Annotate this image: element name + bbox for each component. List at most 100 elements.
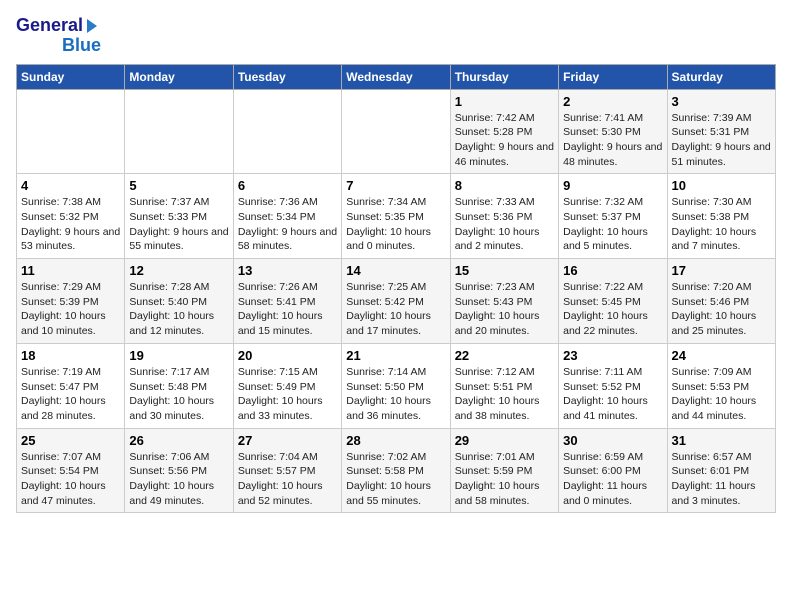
day-info: Sunrise: 7:23 AMSunset: 5:43 PMDaylight:… — [455, 280, 554, 339]
calendar-cell: 13 Sunrise: 7:26 AMSunset: 5:41 PMDayligh… — [233, 259, 341, 344]
day-info: Sunrise: 7:29 AMSunset: 5:39 PMDaylight:… — [21, 280, 120, 339]
day-number: 9 — [563, 178, 662, 193]
day-info: Sunrise: 7:32 AMSunset: 5:37 PMDaylight:… — [563, 195, 662, 254]
calendar-cell: 21Sunrise: 7:14 AMSunset: 5:50 PMDayligh… — [342, 343, 450, 428]
day-info: Sunrise: 7:14 AMSunset: 5:50 PMDaylight:… — [346, 365, 445, 424]
calendar-cell: 15 Sunrise: 7:23 AMSunset: 5:43 PMDayligh… — [450, 259, 558, 344]
calendar-cell — [125, 89, 233, 174]
calendar-cell: 31 Sunrise: 6:57 AMSunset: 6:01 PMDayligh… — [667, 428, 775, 513]
day-number: 16 — [563, 263, 662, 278]
day-info: Sunrise: 7:28 AMSunset: 5:40 PMDaylight:… — [129, 280, 228, 339]
day-info: Sunrise: 7:33 AMSunset: 5:36 PMDaylight:… — [455, 195, 554, 254]
day-info: Sunrise: 7:34 AMSunset: 5:35 PMDaylight:… — [346, 195, 445, 254]
day-info: Sunrise: 7:41 AMSunset: 5:30 PMDaylight:… — [563, 111, 662, 170]
calendar-cell: 27Sunrise: 7:04 AMSunset: 5:57 PMDayligh… — [233, 428, 341, 513]
calendar-cell: 26 Sunrise: 7:06 AMSunset: 5:56 PMDayligh… — [125, 428, 233, 513]
calendar-cell: 2 Sunrise: 7:41 AMSunset: 5:30 PMDaylight… — [559, 89, 667, 174]
day-info: Sunrise: 7:20 AMSunset: 5:46 PMDaylight:… — [672, 280, 771, 339]
day-header-friday: Friday — [559, 64, 667, 89]
day-info: Sunrise: 7:09 AMSunset: 5:53 PMDaylight:… — [672, 365, 771, 424]
calendar-cell: 23 Sunrise: 7:11 AMSunset: 5:52 PMDayligh… — [559, 343, 667, 428]
calendar-body: 1 Sunrise: 7:42 AMSunset: 5:28 PMDaylight… — [17, 89, 776, 513]
day-number: 12 — [129, 263, 228, 278]
day-number: 11 — [21, 263, 120, 278]
day-number: 25 — [21, 433, 120, 448]
day-info: Sunrise: 7:26 AMSunset: 5:41 PMDaylight:… — [238, 280, 337, 339]
calendar-cell: 28 Sunrise: 7:02 AMSunset: 5:58 PMDayligh… — [342, 428, 450, 513]
day-number: 1 — [455, 94, 554, 109]
day-number: 29 — [455, 433, 554, 448]
week-row-3: 11 Sunrise: 7:29 AMSunset: 5:39 PMDayligh… — [17, 259, 776, 344]
logo: General Blue — [16, 16, 101, 56]
page-header: General Blue — [16, 16, 776, 56]
day-info: Sunrise: 7:25 AMSunset: 5:42 PMDaylight:… — [346, 280, 445, 339]
day-header-monday: Monday — [125, 64, 233, 89]
day-number: 22 — [455, 348, 554, 363]
calendar-cell — [17, 89, 125, 174]
day-info: Sunrise: 6:57 AMSunset: 6:01 PMDaylight:… — [672, 450, 771, 509]
day-info: Sunrise: 7:11 AMSunset: 5:52 PMDaylight:… — [563, 365, 662, 424]
day-number: 17 — [672, 263, 771, 278]
calendar-cell: 17 Sunrise: 7:20 AMSunset: 5:46 PMDayligh… — [667, 259, 775, 344]
day-number: 18 — [21, 348, 120, 363]
calendar-cell: 5 Sunrise: 7:37 AMSunset: 5:33 PMDaylight… — [125, 174, 233, 259]
calendar-cell — [342, 89, 450, 174]
day-number: 23 — [563, 348, 662, 363]
day-info: Sunrise: 7:39 AMSunset: 5:31 PMDaylight:… — [672, 111, 771, 170]
day-number: 6 — [238, 178, 337, 193]
calendar-cell: 4 Sunrise: 7:38 AMSunset: 5:32 PMDaylight… — [17, 174, 125, 259]
day-header-saturday: Saturday — [667, 64, 775, 89]
day-info: Sunrise: 7:04 AMSunset: 5:57 PMDaylight:… — [238, 450, 337, 509]
day-info: Sunrise: 7:37 AMSunset: 5:33 PMDaylight:… — [129, 195, 228, 254]
calendar-cell: 8Sunrise: 7:33 AMSunset: 5:36 PMDaylight… — [450, 174, 558, 259]
day-info: Sunrise: 7:01 AMSunset: 5:59 PMDaylight:… — [455, 450, 554, 509]
calendar-cell: 1 Sunrise: 7:42 AMSunset: 5:28 PMDaylight… — [450, 89, 558, 174]
logo-blue: Blue — [62, 36, 101, 56]
day-header-thursday: Thursday — [450, 64, 558, 89]
calendar-cell: 6 Sunrise: 7:36 AMSunset: 5:34 PMDaylight… — [233, 174, 341, 259]
day-number: 15 — [455, 263, 554, 278]
day-info: Sunrise: 7:22 AMSunset: 5:45 PMDaylight:… — [563, 280, 662, 339]
day-info: Sunrise: 6:59 AMSunset: 6:00 PMDaylight:… — [563, 450, 662, 509]
day-number: 20 — [238, 348, 337, 363]
day-number: 4 — [21, 178, 120, 193]
calendar-cell: 10 Sunrise: 7:30 AMSunset: 5:38 PMDayligh… — [667, 174, 775, 259]
calendar-cell: 11 Sunrise: 7:29 AMSunset: 5:39 PMDayligh… — [17, 259, 125, 344]
calendar-cell: 24Sunrise: 7:09 AMSunset: 5:53 PMDayligh… — [667, 343, 775, 428]
day-number: 30 — [563, 433, 662, 448]
day-info: Sunrise: 7:36 AMSunset: 5:34 PMDaylight:… — [238, 195, 337, 254]
day-info: Sunrise: 7:02 AMSunset: 5:58 PMDaylight:… — [346, 450, 445, 509]
day-number: 10 — [672, 178, 771, 193]
day-number: 31 — [672, 433, 771, 448]
day-info: Sunrise: 7:15 AMSunset: 5:49 PMDaylight:… — [238, 365, 337, 424]
calendar-table: SundayMondayTuesdayWednesdayThursdayFrid… — [16, 64, 776, 514]
calendar-cell: 30 Sunrise: 6:59 AMSunset: 6:00 PMDayligh… — [559, 428, 667, 513]
day-number: 26 — [129, 433, 228, 448]
day-number: 13 — [238, 263, 337, 278]
day-info: Sunrise: 7:07 AMSunset: 5:54 PMDaylight:… — [21, 450, 120, 509]
day-number: 28 — [346, 433, 445, 448]
day-number: 5 — [129, 178, 228, 193]
day-header-sunday: Sunday — [17, 64, 125, 89]
day-info: Sunrise: 7:06 AMSunset: 5:56 PMDaylight:… — [129, 450, 228, 509]
day-number: 19 — [129, 348, 228, 363]
logo-general: General — [16, 16, 83, 36]
day-info: Sunrise: 7:42 AMSunset: 5:28 PMDaylight:… — [455, 111, 554, 170]
logo-arrow-icon — [83, 17, 101, 35]
day-info: Sunrise: 7:38 AMSunset: 5:32 PMDaylight:… — [21, 195, 120, 254]
calendar-header-row: SundayMondayTuesdayWednesdayThursdayFrid… — [17, 64, 776, 89]
calendar-cell: 14Sunrise: 7:25 AMSunset: 5:42 PMDayligh… — [342, 259, 450, 344]
day-info: Sunrise: 7:30 AMSunset: 5:38 PMDaylight:… — [672, 195, 771, 254]
calendar-cell — [233, 89, 341, 174]
week-row-2: 4 Sunrise: 7:38 AMSunset: 5:32 PMDaylight… — [17, 174, 776, 259]
day-header-wednesday: Wednesday — [342, 64, 450, 89]
calendar-cell: 22 Sunrise: 7:12 AMSunset: 5:51 PMDayligh… — [450, 343, 558, 428]
day-number: 7 — [346, 178, 445, 193]
day-info: Sunrise: 7:17 AMSunset: 5:48 PMDaylight:… — [129, 365, 228, 424]
calendar-cell: 7 Sunrise: 7:34 AMSunset: 5:35 PMDaylight… — [342, 174, 450, 259]
day-number: 2 — [563, 94, 662, 109]
calendar-cell: 16 Sunrise: 7:22 AMSunset: 5:45 PMDayligh… — [559, 259, 667, 344]
week-row-1: 1 Sunrise: 7:42 AMSunset: 5:28 PMDaylight… — [17, 89, 776, 174]
day-info: Sunrise: 7:12 AMSunset: 5:51 PMDaylight:… — [455, 365, 554, 424]
calendar-cell: 19 Sunrise: 7:17 AMSunset: 5:48 PMDayligh… — [125, 343, 233, 428]
